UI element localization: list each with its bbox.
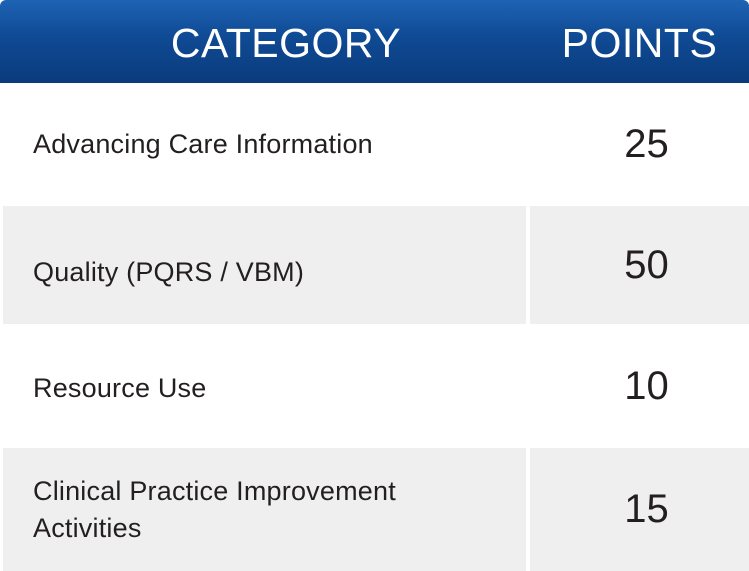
table-header: CATEGORY POINTS (0, 0, 749, 83)
points-value: 50 (624, 242, 669, 287)
table-row: Advancing Care Information 25 (3, 86, 749, 203)
points-column-header: POINTS (561, 20, 718, 66)
category-text: Clinical Practice Improvement Activities (33, 475, 396, 543)
points-value: 10 (624, 363, 669, 408)
category-column-header: CATEGORY (170, 20, 402, 66)
category-text: Resource Use (33, 372, 207, 403)
category-cell: Resource Use (3, 327, 526, 445)
points-cell: 10 (530, 327, 749, 445)
table-row: Quality (PQRS / VBM) 50 (3, 206, 749, 324)
table-row: Clinical Practice Improvement Activities… (3, 448, 749, 571)
category-cell: Quality (PQRS / VBM) (3, 206, 526, 324)
points-cell: 25 (530, 86, 749, 203)
points-cell: 15 (530, 448, 749, 571)
points-value: 25 (624, 122, 669, 166)
points-cell: 50 (530, 206, 749, 324)
category-text: Advancing Care Information (33, 129, 373, 159)
category-cell: Clinical Practice Improvement Activities (3, 448, 526, 571)
category-cell: Advancing Care Information (3, 86, 526, 203)
table-row: Resource Use 10 (3, 327, 749, 445)
points-value: 15 (624, 487, 669, 531)
category-text: Quality (PQRS / VBM) (33, 256, 305, 287)
category-points-table: CATEGORY POINTS Advancing Care Informati… (0, 0, 749, 571)
